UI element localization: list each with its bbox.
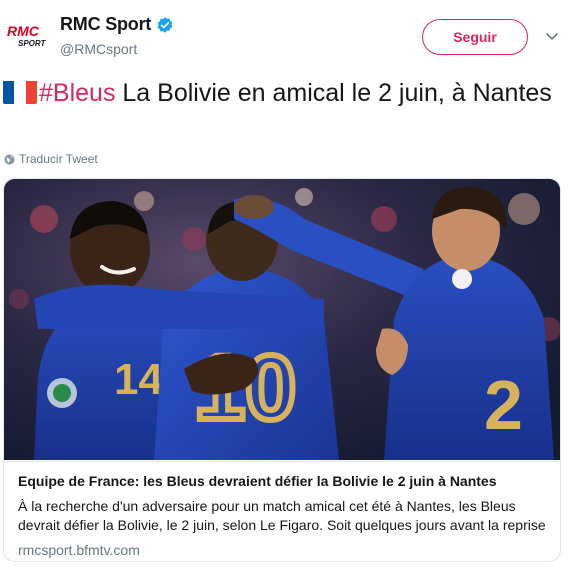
translate-tweet-link[interactable]: Traducir Tweet xyxy=(4,152,98,166)
display-name[interactable]: RMC Sport xyxy=(60,14,151,35)
verified-badge-icon xyxy=(156,16,174,34)
tweet-body: La Bolivie en amical le 2 juin, à Nantes xyxy=(115,79,552,107)
translate-label[interactable]: Traducir Tweet xyxy=(19,152,98,166)
rmc-sport-logo[interactable]: RMC SPORT xyxy=(6,22,50,50)
card-body[interactable]: Equipe de France: les Bleus devraient dé… xyxy=(4,461,560,561)
logo-text-top: RMC xyxy=(7,23,40,39)
france-flag-icon xyxy=(3,80,37,104)
tweet-header: RMC SPORT RMC Sport @RMCsport Seguir xyxy=(0,0,580,70)
hashtag-link[interactable]: #Bleus xyxy=(39,79,115,107)
card-title[interactable]: Equipe de France: les Bleus devraient dé… xyxy=(18,472,548,491)
logo-text-bottom: SPORT xyxy=(18,39,47,48)
account-handle[interactable]: @RMCsport xyxy=(60,41,137,57)
globe-icon xyxy=(4,153,15,165)
account-name-row[interactable]: RMC Sport xyxy=(60,14,174,35)
tweet-text: #Bleus La Bolivie en amical le 2 juin, à… xyxy=(3,76,563,110)
chevron-down-icon[interactable] xyxy=(545,30,559,42)
card-description: À la recherche d'un adversaire pour un m… xyxy=(18,498,546,533)
svg-text:14: 14 xyxy=(114,355,163,404)
follow-button[interactable]: Seguir xyxy=(422,19,528,55)
svg-text:2: 2 xyxy=(484,366,523,444)
card-image[interactable]: 14 10 2 xyxy=(4,179,560,460)
link-card[interactable]: 14 10 2 Equipe de France: les Bleus devr… xyxy=(3,178,561,562)
card-domain[interactable]: rmcsport.bfmtv.com xyxy=(18,542,548,558)
